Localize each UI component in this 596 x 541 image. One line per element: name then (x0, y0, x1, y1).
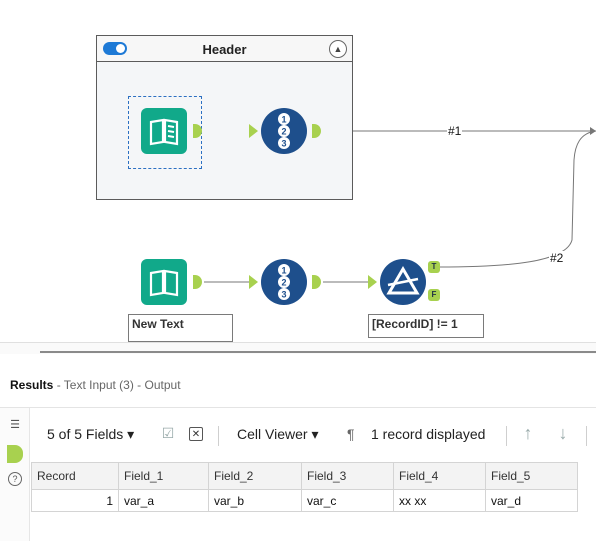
svg-text:1: 1 (281, 115, 286, 125)
fields-selector-label: 5 of 5 Fields (47, 426, 124, 442)
filter-annotation: [RecordID] != 1 (368, 314, 484, 338)
data-cell[interactable]: var_c (301, 489, 394, 512)
text-input-tool[interactable] (141, 108, 187, 154)
wire-label-2: #2 (549, 251, 565, 265)
svg-text:3: 3 (281, 290, 286, 300)
results-toolbar: 5 of 5 Fields ▾ ☑ ✕ Cell Viewer ▾ ¶ 1 re… (30, 408, 596, 462)
svg-text:1: 1 (281, 266, 286, 276)
results-title-sub: - Text Input (3) - Output (53, 378, 181, 392)
connection-2[interactable] (437, 130, 596, 268)
records-displayed: 1 record displayed (371, 426, 486, 442)
results-header: Results - Text Input (3) - Output (0, 354, 596, 408)
column-header[interactable]: Field_3 (301, 462, 394, 490)
checkbox-icon[interactable]: ☑ (160, 425, 176, 441)
connection-arrow (590, 127, 596, 135)
fields-selector[interactable]: 5 of 5 Fields ▾ (47, 426, 134, 443)
column-header[interactable]: Field_2 (208, 462, 302, 490)
results-grid[interactable]: Record Field_1 Field_2 Field_3 Field_4 F… (31, 462, 578, 512)
svg-text:2: 2 (281, 127, 286, 137)
column-header[interactable]: Record (31, 462, 119, 490)
cell-viewer-label: Cell Viewer (237, 426, 308, 442)
book-icon (149, 269, 179, 297)
pilcrow-icon[interactable]: ¶ (347, 426, 355, 442)
text-input-tool-3[interactable] (141, 259, 187, 305)
numbered-list-icon: 1 2 3 (278, 113, 290, 149)
filter-tool[interactable] (380, 259, 426, 305)
list-icon[interactable]: ☰ (8, 418, 22, 432)
svg-text:2: 2 (281, 278, 286, 288)
grid-header-row: Record Field_1 Field_2 Field_3 Field_4 F… (31, 462, 578, 490)
wire-label-1: #1 (447, 124, 463, 138)
arrow-down-icon[interactable]: ↓ (555, 424, 571, 442)
table-row[interactable]: 1 var_a var_b var_c xx xx var_d (31, 489, 578, 512)
cell-viewer-dropdown[interactable]: Cell Viewer ▾ (237, 426, 318, 443)
pane-splitter[interactable] (0, 342, 596, 354)
record-cell[interactable]: 1 (31, 489, 119, 512)
column-header[interactable]: Field_1 (118, 462, 209, 490)
text-input-annotation: New Text (128, 314, 233, 342)
filter-triangle-icon (386, 266, 420, 295)
toolbar-divider (506, 426, 507, 446)
help-icon[interactable]: ? (8, 472, 22, 486)
results-title: Results - Text Input (3) - Output (10, 378, 181, 392)
true-anchor[interactable]: T (428, 261, 440, 273)
workflow-canvas[interactable]: #1 #2 Header ▲ 1 2 3 New Text 1 2 3 T F … (0, 0, 596, 342)
data-cell[interactable]: var_b (208, 489, 302, 512)
chevron-down-icon: ▾ (127, 426, 135, 442)
toolbar-divider (586, 426, 587, 446)
record-id-tool-2[interactable]: 1 2 3 (261, 259, 307, 305)
container-header: Header ▲ (97, 36, 352, 62)
data-cell[interactable]: xx xx (393, 489, 486, 512)
toolbar-divider (218, 426, 219, 446)
false-anchor[interactable]: F (428, 289, 440, 301)
column-header[interactable]: Field_5 (485, 462, 578, 490)
splitter-line (40, 351, 596, 353)
book-icon (149, 118, 179, 146)
collapse-icon[interactable]: ▲ (329, 40, 347, 58)
numbered-list-icon: 1 2 3 (278, 264, 290, 300)
container-title: Header (202, 42, 247, 57)
svg-text:3: 3 (281, 139, 286, 149)
results-title-bold: Results (10, 378, 54, 392)
clear-icon[interactable]: ✕ (189, 427, 203, 441)
record-id-tool[interactable]: 1 2 3 (261, 108, 307, 154)
output-anchor-tab[interactable] (7, 445, 23, 463)
results-side-strip: ☰ ? (0, 408, 30, 541)
chevron-down-icon: ▾ (311, 426, 319, 442)
data-cell[interactable]: var_a (118, 489, 209, 512)
data-cell[interactable]: var_d (485, 489, 578, 512)
column-header[interactable]: Field_4 (393, 462, 486, 490)
arrow-up-icon[interactable]: ↑ (520, 424, 536, 442)
